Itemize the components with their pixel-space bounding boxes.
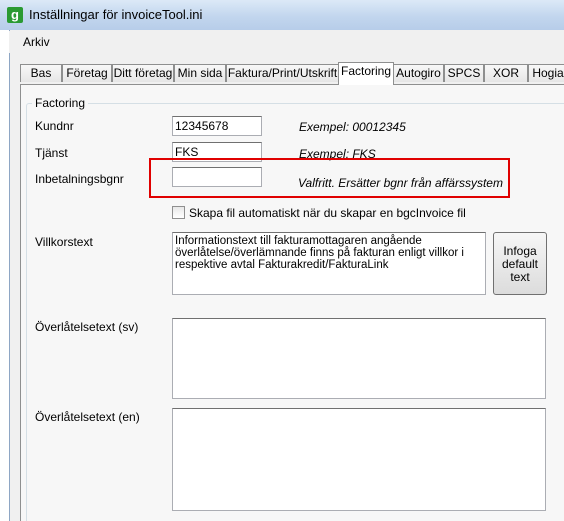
tab-spcs[interactable]: SPCS [444, 64, 484, 82]
kundnr-input[interactable]: 12345678 [172, 116, 262, 136]
title-bar[interactable]: g Inställningar för invoiceTool.ini [0, 0, 564, 30]
villkorstext-label: Villkorstext [35, 235, 93, 249]
auto-create-checkbox-label[interactable]: Skapa fil automatiskt när du skapar en b… [189, 206, 466, 220]
infoga-default-text-button[interactable]: Infoga default text [493, 232, 547, 295]
groupbox-label: Factoring [32, 96, 89, 110]
overlatelsetext-sv-textarea[interactable] [172, 318, 546, 399]
tab-foretag[interactable]: Företag [62, 64, 112, 82]
tab-factoring[interactable]: Factoring [338, 62, 394, 85]
overlatelsetext-en-textarea[interactable] [172, 408, 546, 511]
overlatelsetext-en-label: Överlåtelsetext (en) [35, 410, 140, 424]
tab-min-sida[interactable]: Min sida [174, 64, 226, 82]
villkorstext-textarea[interactable]: Informationstext till fakturamottagaren … [172, 232, 486, 295]
overlatelsetext-sv-label: Överlåtelsetext (sv) [35, 320, 139, 334]
menu-bar: Arkiv [9, 31, 564, 53]
tab-faktura-print-utskrift[interactable]: Faktura/Print/Utskrift [226, 64, 339, 82]
auto-create-checkbox[interactable] [172, 206, 185, 219]
highlight-annotation [149, 158, 510, 198]
tab-bas[interactable]: Bas [20, 64, 62, 82]
tjanst-label: Tjänst [35, 146, 68, 160]
tab-autogiro[interactable]: Autogiro [393, 64, 444, 82]
menu-arkiv[interactable]: Arkiv [23, 35, 50, 49]
tab-hogia[interactable]: Hogia [528, 64, 564, 82]
inbetalningsbgnr-label: Inbetalningsbgnr [35, 172, 124, 186]
tab-ditt-foretag[interactable]: Ditt företag [112, 64, 174, 82]
app-icon: g [7, 7, 23, 23]
tab-xor[interactable]: XOR [484, 64, 528, 82]
tab-strip: Bas Företag Ditt företag Min sida Faktur… [0, 62, 564, 85]
kundnr-label: Kundnr [35, 119, 74, 133]
window-title: Inställningar för invoiceTool.ini [29, 7, 203, 22]
kundnr-example: Exempel: 00012345 [299, 120, 406, 134]
